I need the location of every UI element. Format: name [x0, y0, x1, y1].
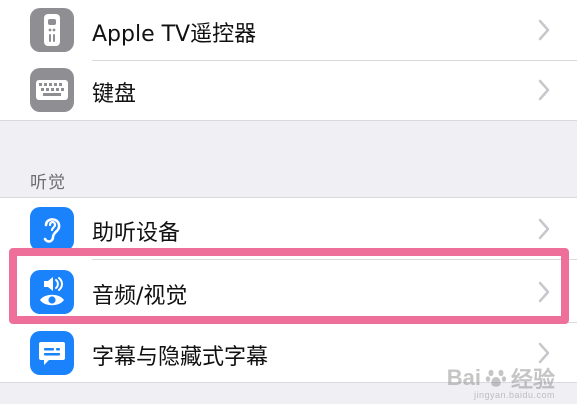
row-hearing-devices[interactable]: 助听设备 — [0, 199, 577, 259]
chevron-right-icon — [538, 281, 550, 303]
watermark-brand: Bai — [446, 365, 481, 390]
ear-icon — [30, 207, 74, 251]
section-header-hearing: 听觉 — [30, 173, 66, 193]
row-label: Apple TV遥控器 — [92, 22, 257, 47]
chevron-right-icon — [538, 79, 550, 101]
row-divider — [92, 259, 577, 260]
row-label: 助听设备 — [92, 221, 181, 246]
row-apple-tv-remote[interactable]: Apple TV遥控器 — [0, 0, 577, 60]
chevron-right-icon — [538, 19, 550, 41]
watermark-url: jingyan.baidu.com — [473, 390, 555, 400]
row-label: 键盘 — [92, 82, 137, 107]
audio-visual-icon — [30, 270, 74, 314]
paw-icon — [485, 369, 507, 387]
row-label: 字幕与隐藏式字幕 — [92, 345, 269, 370]
row-keyboard[interactable]: 键盘 — [0, 60, 577, 120]
captions-icon — [30, 331, 74, 375]
baidu-watermark: Bai 经验 jingyan.baidu.com — [446, 362, 555, 400]
keyboard-icon — [30, 68, 74, 112]
row-audio-visual[interactable]: 音频/视觉 — [0, 262, 577, 322]
chevron-right-icon — [538, 218, 550, 240]
remote-icon — [30, 8, 74, 52]
row-label: 音频/视觉 — [92, 284, 188, 309]
